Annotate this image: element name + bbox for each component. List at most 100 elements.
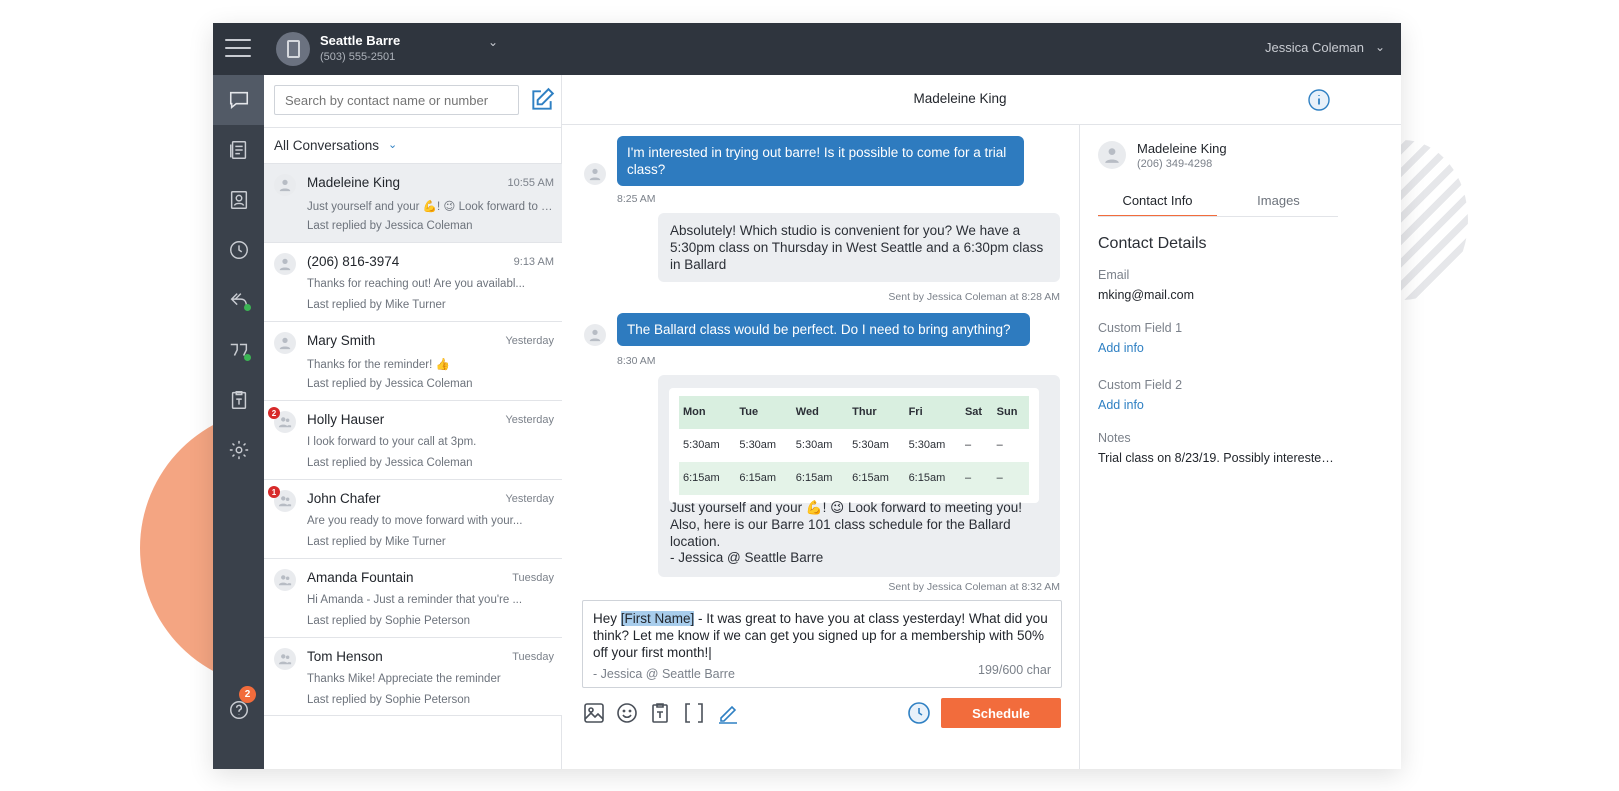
class-schedule-table: Mon Tue Wed Thur Fri Sat Sun 5:30am 5:30… [669,388,1039,503]
info-icon[interactable] [1307,88,1331,112]
message-text: Just yourself and your 💪! 😉 Look forward… [670,500,1023,549]
custom-field-1-add-link[interactable]: Add info [1098,341,1144,355]
conversation-time: Yesterday [505,414,554,426]
stage: Seattle Barre (503) 555-2501 ⌄ Jessica C… [0,0,1619,791]
nav-messages[interactable] [213,75,264,125]
table-cell: Sun [992,396,1029,429]
search-input[interactable] [274,85,519,115]
account-name[interactable]: Seattle Barre [320,33,400,48]
template-icon[interactable] [648,701,672,725]
notes-value: Trial class on 8/23/19. Possibly interes… [1098,451,1338,465]
conversation-time: 9:13 AM [513,256,554,268]
table-cell: 6:15am [679,462,736,495]
conversation-item[interactable]: Madeleine King 10:55 AM Just yourself an… [264,163,562,242]
tab-contact-info[interactable]: Contact Info [1098,193,1217,217]
conversation-preview: Are you ready to move forward with your.… [307,515,523,527]
conversation-name: Amanda Fountain [307,570,414,585]
chevron-down-icon[interactable]: ⌄ [1375,40,1385,54]
conversation-list: All Conversations ⌄ Madeleine King 10:55… [264,75,562,769]
chevron-down-icon: ⌄ [388,139,398,151]
unread-badge: 1 [268,486,280,498]
conversation-name: Tom Henson [307,649,383,664]
schedule-clock-icon[interactable] [907,701,931,725]
table-cell: 6:15am [848,462,905,495]
conversation-name: John Chafer [307,491,381,506]
signature-icon[interactable] [716,701,740,725]
nav-scheduled[interactable] [213,225,264,275]
contacts-icon [230,191,247,209]
schedule-button[interactable]: Schedule [941,698,1061,728]
chevron-down-icon[interactable]: ⌄ [488,35,498,49]
contact-name: Madeleine King [1137,141,1227,156]
custom-field-1-label: Custom Field 1 [1098,321,1183,335]
email-label: Email [1098,268,1130,282]
conversation-filter[interactable]: All Conversations ⌄ [264,127,562,163]
emoji-icon[interactable] [615,701,639,725]
tab-divider [1098,216,1338,217]
message-signature: - Jessica @ Seattle Barre [670,550,824,565]
table-cell: Thur [848,396,905,429]
message-sender: Sent by Jessica Coleman at 8:28 AM [888,291,1060,303]
conversation-item[interactable]: Mary Smith Yesterday Thanks for the remi… [264,321,562,400]
chat-header: Madeleine King [562,75,1401,125]
composer-signature: - Jessica @ Seattle Barre [593,667,735,681]
conversation-preview: I look forward to your call at 3pm. [307,436,477,448]
conversation-name: (206) 816-3974 [307,254,400,269]
menu-icon[interactable] [225,39,251,59]
account-phone: (503) 555-2501 [320,51,396,63]
table-cell: Wed [791,396,849,429]
person-icon [584,163,606,185]
conversation-last-replied: Last replied by Jessica Coleman [307,378,473,390]
table-row: 5:30am 5:30am 5:30am 5:30am 5:30am – – [679,429,1029,462]
conversation-preview: Hi Amanda - Just a reminder that you're … [307,594,523,606]
conversation-item[interactable]: Amanda Fountain Tuesday Hi Amanda - Just… [264,558,562,637]
conversation-time: 10:55 AM [507,177,554,189]
table-cell: 5:30am [679,429,736,462]
table-cell: 5:30am [904,429,961,462]
table-cell: – [992,429,1029,462]
conversation-item[interactable]: 1 John Chafer Yesterday Are you ready to… [264,479,562,558]
filter-label: All Conversations [274,138,380,153]
table-cell: – [960,429,993,462]
table-cell: – [992,462,1029,495]
contact-panel: Madeleine King (206) 349-4298 Contact In… [1079,125,1401,769]
merge-field-icon[interactable] [682,701,706,725]
conversation-item[interactable]: Tom Henson Tuesday Thanks Mike! Apprecia… [264,637,562,716]
app-window: Seattle Barre (503) 555-2501 ⌄ Jessica C… [213,23,1401,769]
conversation-item[interactable]: (206) 816-3974 9:13 AM Thanks for reachi… [264,242,562,321]
table-cell: Tue [735,396,792,429]
person-icon [274,174,296,196]
merge-field-token[interactable]: [First Name] [620,611,695,626]
composer-text[interactable]: Hey [First Name] - It was great to have … [593,610,1053,661]
incoming-message: The Ballard class would be perfect. Do I… [617,313,1030,346]
conversation-item[interactable]: 2 Holly Hauser Yesterday I look forward … [264,400,562,479]
contact-phone: (206) 349-4298 [1137,158,1213,170]
conversation-last-replied: Last replied by Sophie Peterson [307,694,471,706]
conversation-preview: Just yourself and your 💪! 😉 Look forward… [307,201,553,213]
outgoing-message: Mon Tue Wed Thur Fri Sat Sun 5:30am 5:30… [658,375,1060,577]
nav-campaigns[interactable] [213,125,264,175]
table-cell: 6:15am [904,462,961,495]
conversation-time: Tuesday [512,651,554,663]
gear-icon [229,440,248,460]
tab-images[interactable]: Images [1219,193,1338,217]
conversation-last-replied: Last replied by Mike Turner [307,536,446,548]
user-name[interactable]: Jessica Coleman [1265,40,1364,55]
compose-icon[interactable] [529,87,555,113]
status-dot [244,304,251,311]
conversation-preview: Thanks for reaching out! Are you availab… [307,278,525,290]
nav-contacts[interactable] [213,175,264,225]
message-composer[interactable]: Hey [First Name] - It was great to have … [582,600,1062,688]
table-cell: 6:15am [735,462,792,495]
nav-settings[interactable] [213,425,264,475]
composer-text-start: Hey [593,611,621,626]
nav-auto-reply[interactable] [213,275,264,325]
image-icon[interactable] [582,701,606,725]
notes-label: Notes [1098,431,1131,445]
nav-reviews[interactable] [213,325,264,375]
outgoing-message: Absolutely! Which studio is convenient f… [658,213,1060,282]
custom-field-2-add-link[interactable]: Add info [1098,398,1144,412]
conversation-time: Yesterday [505,493,554,505]
message-time: 8:25 AM [617,193,656,205]
nav-templates[interactable] [213,375,264,425]
